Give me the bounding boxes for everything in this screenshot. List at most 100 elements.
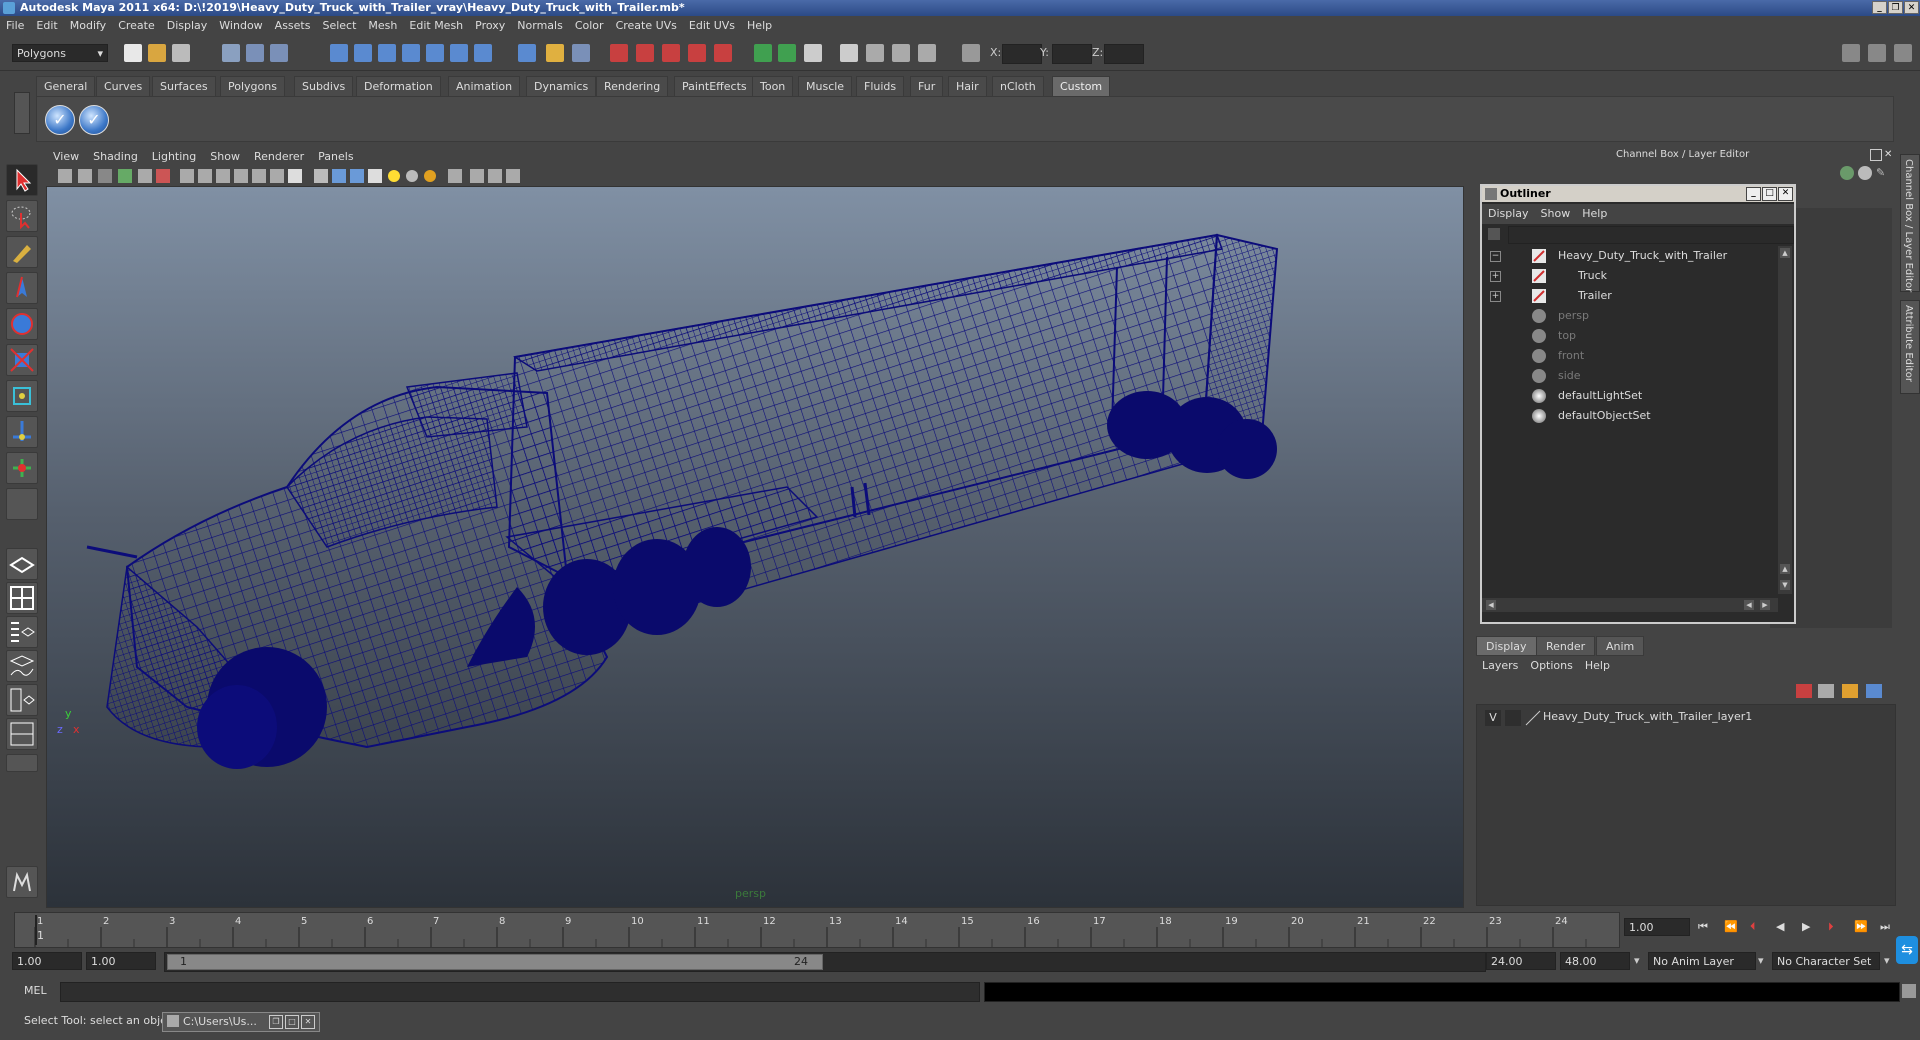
four-view-layout-icon[interactable] bbox=[6, 582, 38, 614]
script-editor-icon[interactable] bbox=[1902, 984, 1916, 998]
shader-icon[interactable] bbox=[892, 44, 910, 62]
layer-visibility-toggle[interactable]: V bbox=[1485, 710, 1501, 726]
tab-polygons[interactable]: Polygons bbox=[220, 76, 285, 96]
tab-subdivs[interactable]: Subdivs bbox=[294, 76, 354, 96]
select-hierarchy-icon[interactable] bbox=[222, 44, 240, 62]
ipr-render-icon[interactable] bbox=[778, 44, 796, 62]
play-forwards-icon[interactable]: ▶ bbox=[1802, 920, 1810, 933]
attribute-editor-toggle-icon[interactable] bbox=[1842, 44, 1860, 62]
task-close-icon[interactable]: ✕ bbox=[301, 1015, 315, 1029]
history-icon[interactable] bbox=[450, 44, 468, 62]
end-time-field[interactable]: 48.00 bbox=[1560, 952, 1630, 970]
menu-window[interactable]: Window bbox=[213, 16, 268, 36]
outliner-filter-field[interactable] bbox=[1508, 226, 1794, 244]
snap-curve-icon[interactable] bbox=[354, 44, 372, 62]
snap-magnet-icon[interactable] bbox=[636, 44, 654, 62]
panel-float-icon[interactable] bbox=[1870, 149, 1882, 161]
camera-attributes-icon[interactable] bbox=[78, 169, 92, 183]
outliner-item-persp[interactable]: persp bbox=[1482, 306, 1778, 326]
shelf-check-button-1[interactable]: ✓ bbox=[45, 105, 75, 135]
image-plane-icon[interactable] bbox=[118, 169, 132, 183]
outliner-item-heavy-duty-truck[interactable]: − Heavy_Duty_Truck_with_Trailer bbox=[1482, 246, 1778, 266]
menu-create-uvs[interactable]: Create UVs bbox=[610, 16, 683, 36]
channel-key-icon[interactable] bbox=[1840, 166, 1854, 180]
lock-icon[interactable] bbox=[546, 44, 564, 62]
select-component-icon[interactable] bbox=[270, 44, 288, 62]
grid-toggle-icon[interactable] bbox=[180, 169, 194, 183]
menu-modify[interactable]: Modify bbox=[64, 16, 112, 36]
minimized-window-task[interactable]: C:\Users\Us... ❐ □ ✕ bbox=[162, 1012, 320, 1032]
viewport-menu-shading[interactable]: Shading bbox=[86, 148, 145, 166]
viewport-menu-lighting[interactable]: Lighting bbox=[145, 148, 203, 166]
scroll-left-icon[interactable]: ◀ bbox=[1486, 600, 1496, 610]
snap-plane-icon[interactable] bbox=[402, 44, 420, 62]
make-live-icon[interactable] bbox=[426, 44, 444, 62]
viewport-menu-renderer[interactable]: Renderer bbox=[247, 148, 311, 166]
render-view-icon[interactable] bbox=[840, 44, 858, 62]
perspective-viewport[interactable]: y z x persp bbox=[46, 186, 1464, 908]
y-field[interactable] bbox=[1052, 44, 1092, 64]
layer-color-icon[interactable] bbox=[1525, 710, 1541, 726]
layer-menu-options[interactable]: Options bbox=[1524, 656, 1578, 676]
step-forward-frame-icon[interactable]: ⏵ bbox=[1828, 920, 1834, 934]
step-back-frame-icon[interactable]: ⏴ bbox=[1750, 920, 1756, 934]
scale-tool-icon[interactable] bbox=[6, 344, 38, 376]
scroll-left-icon[interactable]: ◀ bbox=[1744, 600, 1754, 610]
close-button[interactable]: ✕ bbox=[1904, 1, 1919, 14]
xray-joints-icon[interactable] bbox=[488, 169, 502, 183]
outliner-item-top[interactable]: top bbox=[1482, 326, 1778, 346]
outliner-menu-display[interactable]: Display bbox=[1482, 204, 1535, 224]
tab-animation[interactable]: Animation bbox=[448, 76, 521, 96]
outliner-filter-icon[interactable] bbox=[1488, 228, 1500, 240]
smooth-shade-icon[interactable] bbox=[332, 169, 346, 183]
outliner-maximize-icon[interactable]: □ bbox=[1762, 187, 1777, 201]
snap-view-icon[interactable] bbox=[662, 44, 680, 62]
tab-rendering[interactable]: Rendering bbox=[596, 76, 669, 96]
new-layer-from-selected-icon[interactable] bbox=[1796, 684, 1812, 698]
input-ops-icon[interactable] bbox=[572, 44, 590, 62]
tab-hair[interactable]: Hair bbox=[948, 76, 987, 96]
paint-select-tool-icon[interactable] bbox=[6, 236, 38, 268]
new-empty-layer-icon[interactable] bbox=[1818, 684, 1834, 698]
chevron-down-icon[interactable]: ▾ bbox=[1884, 954, 1890, 967]
rotate-tool-icon[interactable] bbox=[6, 308, 38, 340]
tab-anim[interactable]: Anim bbox=[1596, 636, 1645, 656]
save-scene-icon[interactable] bbox=[172, 44, 190, 62]
tab-painteffects[interactable]: PaintEffects bbox=[674, 76, 755, 96]
layer-row[interactable]: V Heavy_Duty_Truck_with_Trailer_layer1 bbox=[1485, 709, 1885, 727]
new-scene-icon[interactable] bbox=[124, 44, 142, 62]
film-gate-icon[interactable] bbox=[198, 169, 212, 183]
character-set-dropdown[interactable]: No Character Set bbox=[1772, 952, 1880, 970]
manipulator-tool-icon[interactable] bbox=[6, 380, 38, 412]
grease-pencil-icon[interactable] bbox=[156, 169, 170, 183]
snap-point-icon[interactable] bbox=[378, 44, 396, 62]
step-back-key-icon[interactable]: ⏪ bbox=[1724, 920, 1738, 933]
soft-mod-tool-icon[interactable] bbox=[6, 416, 38, 448]
current-time-field[interactable]: 1.00 bbox=[1624, 918, 1690, 936]
shadows-icon[interactable] bbox=[406, 170, 418, 182]
remote-help-icon[interactable]: ⇆ bbox=[1896, 936, 1918, 964]
tab-custom[interactable]: Custom bbox=[1052, 76, 1111, 96]
construction-icon[interactable] bbox=[474, 44, 492, 62]
menu-display[interactable]: Display bbox=[161, 16, 214, 36]
select-camera-icon[interactable] bbox=[58, 169, 72, 183]
shelf-menu-handle[interactable] bbox=[14, 92, 30, 134]
task-maximize-icon[interactable]: □ bbox=[285, 1015, 299, 1029]
show-manipulator-icon[interactable] bbox=[6, 452, 38, 484]
task-restore-icon[interactable]: ❐ bbox=[269, 1015, 283, 1029]
outliner-item-trailer[interactable]: + Trailer bbox=[1482, 286, 1778, 306]
menu-create[interactable]: Create bbox=[112, 16, 161, 36]
go-to-end-icon[interactable]: ⏭ bbox=[1880, 920, 1890, 934]
z-field[interactable] bbox=[1104, 44, 1144, 64]
outliner-item-front[interactable]: front bbox=[1482, 346, 1778, 366]
outliner-menu-help[interactable]: Help bbox=[1576, 204, 1613, 224]
viewport-menu-panels[interactable]: Panels bbox=[311, 148, 360, 166]
menu-edit-mesh[interactable]: Edit Mesh bbox=[403, 16, 469, 36]
tool-settings-toggle-icon[interactable] bbox=[1868, 44, 1886, 62]
last-tool-icon[interactable] bbox=[6, 488, 38, 520]
range-slider-handle[interactable]: 1 24 bbox=[167, 954, 823, 970]
chevron-down-icon[interactable]: ▾ bbox=[1758, 954, 1764, 967]
outliner-vertical-scrollbar[interactable]: ▲ ▲ ▼ bbox=[1778, 246, 1792, 594]
restore-button[interactable]: ❐ bbox=[1888, 1, 1903, 14]
xray-icon[interactable] bbox=[470, 169, 484, 183]
